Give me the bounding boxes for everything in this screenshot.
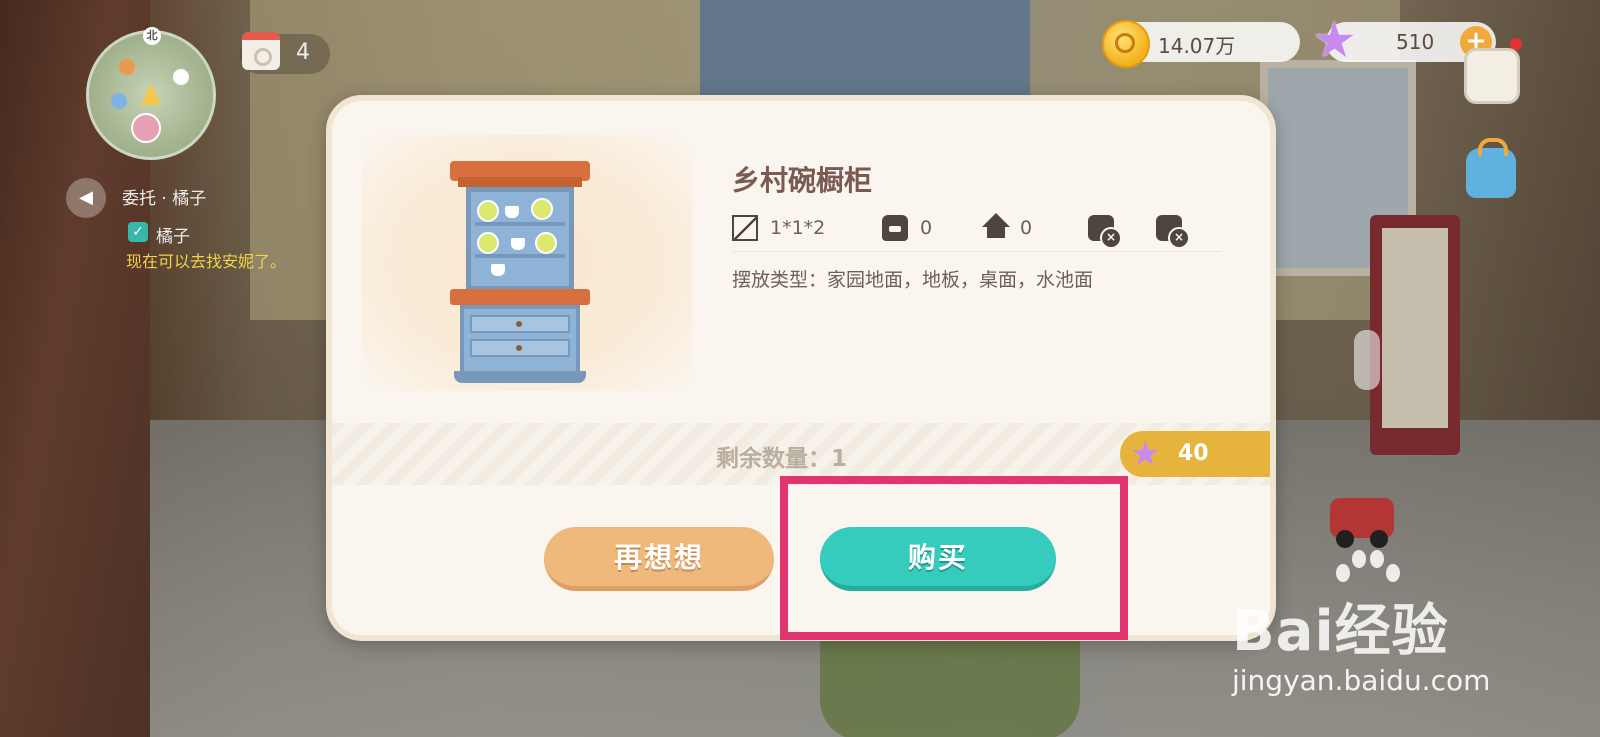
calendar-counter[interactable]: 4 — [240, 32, 330, 74]
watermark-url: jingyan.baidu.com — [1232, 664, 1491, 697]
calendar-count: 4 — [296, 40, 310, 65]
task-hint: 现在可以去找安妮了。 — [126, 252, 287, 271]
watermark-brand: Bai经验 — [1232, 599, 1449, 664]
no-interaction-icon: × — [1156, 215, 1190, 249]
climb-action-icon[interactable] — [1354, 330, 1380, 390]
remaining-quantity: 剩余数量：1 — [716, 446, 848, 472]
calendar-icon — [242, 32, 280, 70]
bag-count: 0 — [920, 217, 933, 239]
coin-balance: 14.07万 — [1102, 20, 1300, 68]
cupboard-illustration — [450, 161, 590, 387]
backpack-icon[interactable] — [1466, 138, 1516, 198]
cancel-button[interactable]: 再想想 — [544, 527, 774, 591]
task-title: 委托 · 橘子 — [122, 189, 207, 209]
backpack-stat-icon — [882, 215, 908, 241]
player-direction-icon — [141, 83, 161, 105]
price-value: 40 — [1178, 441, 1209, 466]
placement-type: 摆放类型：家园地面，地板，桌面，水池面 — [732, 269, 1094, 291]
collapse-arrow-icon[interactable]: ◀ — [66, 178, 106, 218]
price-tag: ★ 40 — [1120, 431, 1270, 477]
item-preview — [362, 135, 692, 391]
coin-icon — [1102, 20, 1150, 68]
map-person-icon — [173, 69, 189, 85]
house-icon — [982, 213, 1010, 238]
north-indicator: 北 — [143, 27, 161, 45]
coin-value: 14.07万 — [1158, 34, 1236, 58]
checkmark-icon: ✓ — [128, 222, 148, 242]
highlight-box — [780, 476, 1128, 640]
home-count: 0 — [1020, 217, 1033, 239]
map-marker-icon — [119, 59, 135, 75]
no-pet-icon: × — [1088, 215, 1122, 249]
star-value: 510 — [1396, 30, 1435, 54]
star-price-icon: ★ — [1130, 434, 1161, 474]
phone-icon[interactable] — [1464, 48, 1520, 104]
size-icon — [732, 215, 758, 241]
subtask-name: 橘子 — [156, 227, 190, 247]
player-avatar — [131, 113, 161, 143]
minimap[interactable]: 北 — [86, 27, 216, 160]
item-name: 乡村碗橱柜 — [732, 164, 873, 197]
star-currency-icon: ★ — [1312, 11, 1357, 69]
size-value: 1*1*2 — [770, 217, 826, 239]
map-location-icon — [111, 93, 127, 109]
item-stats: 1*1*2 0 0 × × — [732, 211, 1222, 252]
